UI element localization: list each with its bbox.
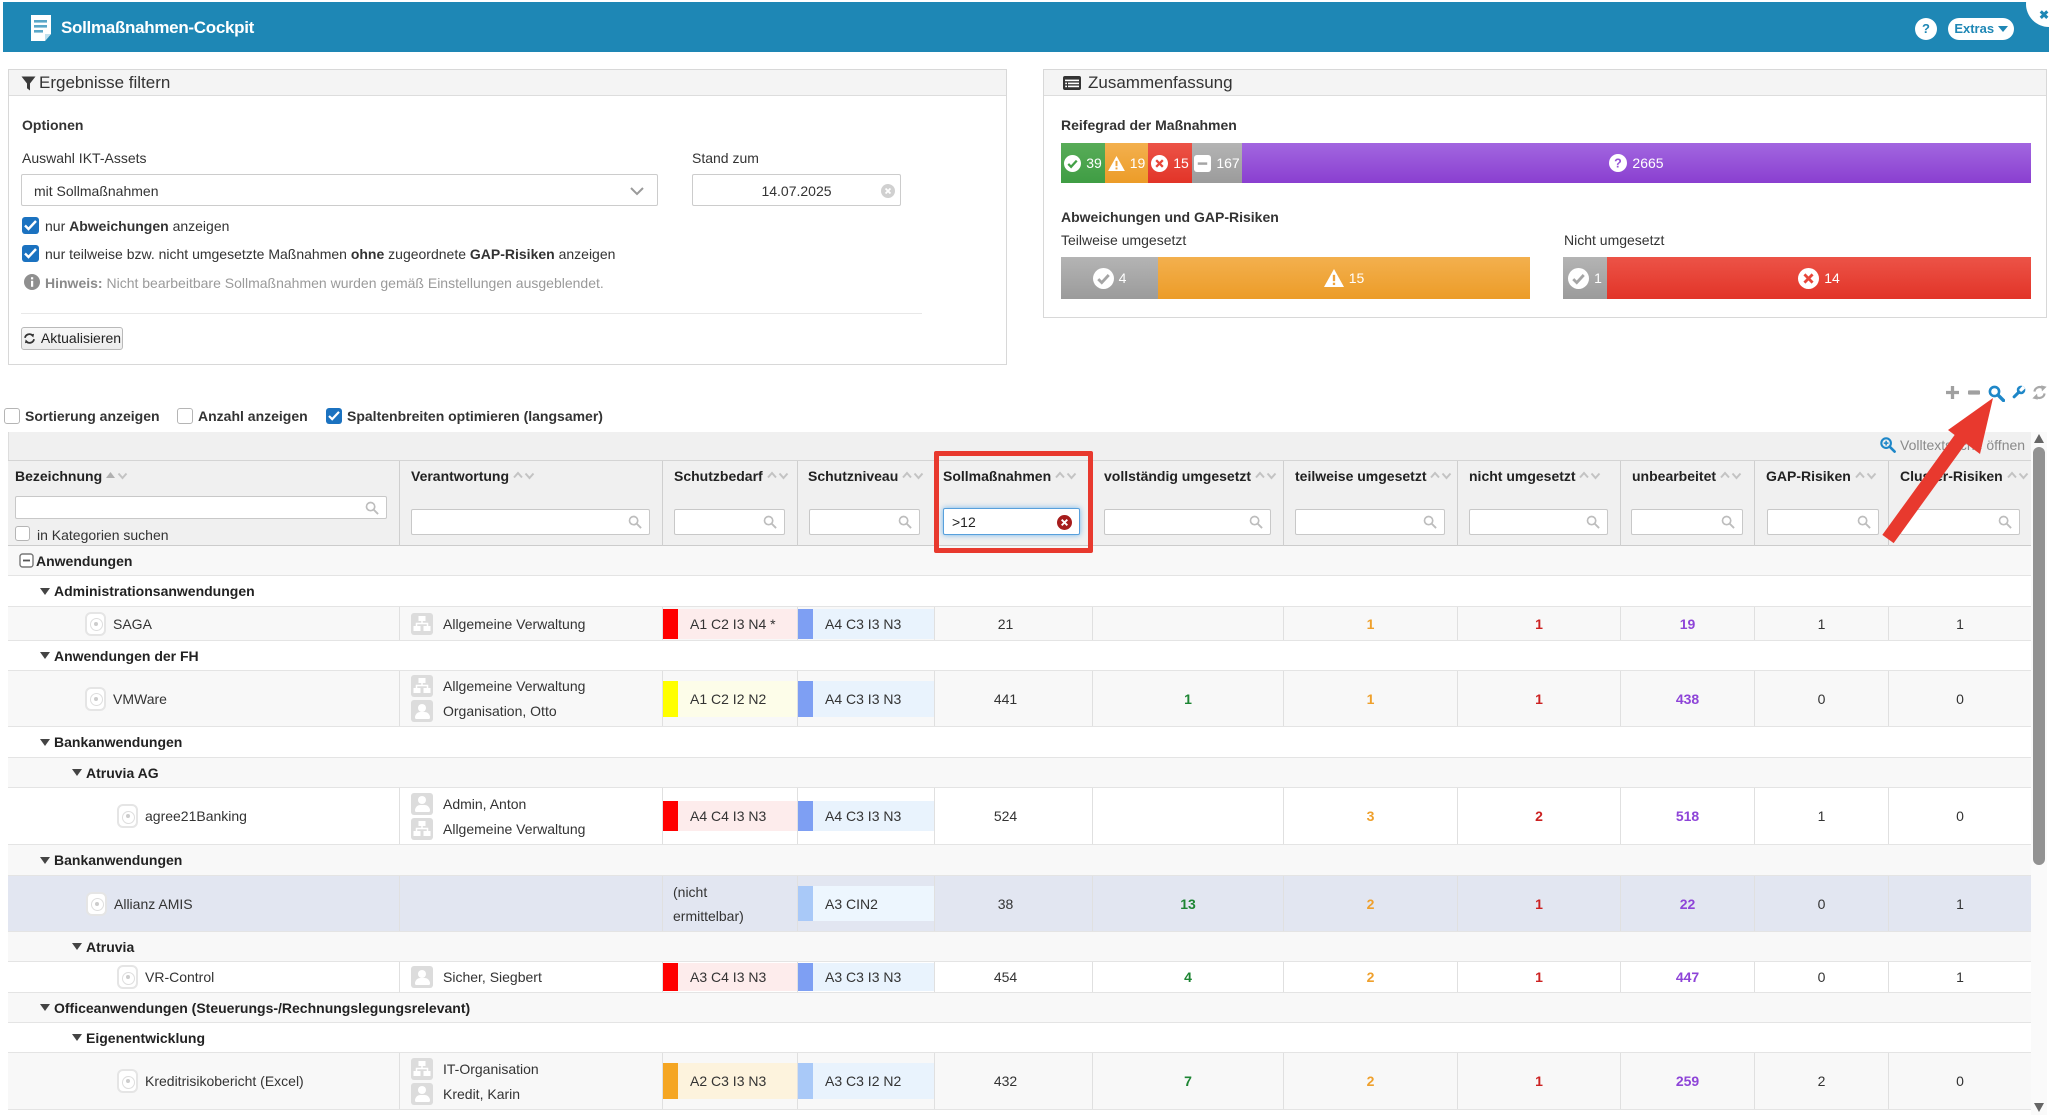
svg-text:?: ? — [1615, 156, 1623, 170]
